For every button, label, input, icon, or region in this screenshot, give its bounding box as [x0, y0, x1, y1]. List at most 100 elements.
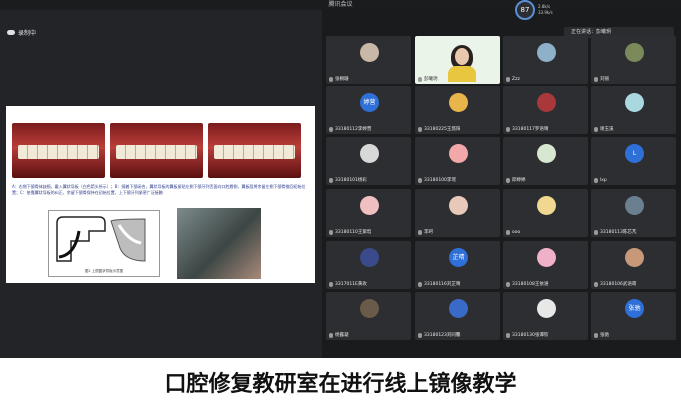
participant-name: 33180108王依涵: [512, 282, 549, 287]
participant-name-row: 33180113陈芯芃: [594, 229, 636, 235]
participant-tile[interactable]: Llxp: [591, 137, 676, 185]
participant-name-row: 33180108王依涵: [506, 281, 548, 287]
network-quality-indicator: 87: [515, 0, 535, 20]
avatar: [360, 248, 379, 267]
participant-tile[interactable]: 芷晴 33180116刘芷晴: [415, 241, 500, 289]
participant-tile[interactable]: 33180113陈芯芃: [591, 189, 676, 237]
guide-plate-diagram: 图2 上颌翼状导板示意图: [48, 210, 160, 277]
participant-name: 李珂: [424, 230, 433, 235]
avatar: [625, 196, 644, 215]
avatar: [449, 144, 468, 163]
participant-tile[interactable]: 33180130张谭钦: [503, 292, 588, 340]
participant-name-row: ooo: [506, 230, 520, 235]
mic-muted-icon: [594, 126, 598, 132]
participant-name: 谢玉溪: [600, 127, 614, 132]
participant-name-row: Zzz: [506, 77, 520, 82]
participant-tile[interactable]: 张驰 张驰: [591, 292, 676, 340]
network-status[interactable]: 87 2.8k/s 33.9k/s: [515, 0, 553, 20]
participant-name: 彭曦玥: [424, 77, 438, 82]
mic-muted-icon: [506, 281, 510, 287]
mic-muted-icon: [594, 76, 598, 82]
participant-tile[interactable]: 33180100李瑶: [415, 137, 500, 185]
participant-name: 33180106武语萌: [600, 282, 637, 287]
participant-tile[interactable]: 婷营 33180112李婷营: [326, 86, 411, 134]
mic-muted-icon: [506, 177, 510, 183]
participant-name-row: 33180123刘同馨: [418, 332, 460, 338]
participant-name-row: 谢玉溪: [594, 126, 614, 132]
participant-name-row: 张驰: [594, 332, 609, 338]
participant-tile[interactable]: 3317011E黄玫: [326, 241, 411, 289]
participant-tile[interactable]: 33180106武语萌: [591, 241, 676, 289]
recording-indicator[interactable]: 录制中: [7, 28, 36, 37]
window-title: 腾讯会议: [328, 1, 353, 8]
mic-muted-icon: [329, 126, 333, 132]
mic-muted-icon: [418, 177, 422, 183]
slide-caption: A：右侧下颌骨体缺损，戴入翼状导板（白色箭头所示）；B：随着下颌闭合，翼状导板的…: [12, 184, 306, 195]
participant-name-row: 33180117罗语晴: [506, 126, 548, 132]
title-bar: 腾讯会议: [0, 0, 681, 10]
avatar: [537, 248, 556, 267]
participant-tile[interactable]: 33180108王依涵: [503, 241, 588, 289]
mic-muted-icon: [594, 178, 598, 183]
participant-name: lxp: [600, 178, 607, 183]
avatar: [360, 43, 379, 62]
participant-name: 33180123刘同馨: [424, 333, 461, 338]
participant-name-row: 33180225王悠阳: [418, 126, 460, 132]
participant-tile[interactable]: 彭曦玥: [415, 36, 500, 84]
avatar: [625, 93, 644, 112]
network-speed: 2.8k/s 33.9k/s: [538, 4, 553, 16]
participant-name-row: 33180130张谭钦: [506, 332, 548, 338]
participant-tile[interactable]: 33180123刘同馨: [415, 292, 500, 340]
avatar: [537, 93, 556, 112]
participant-name: 33180113陈芯芃: [600, 230, 637, 235]
participant-name: 杨露凝: [335, 333, 349, 338]
avatar: L: [625, 144, 644, 163]
participant-name: 33180101杨彩: [335, 178, 367, 183]
participant-name: 33180116刘芷晴: [424, 282, 461, 287]
mic-muted-icon: [418, 281, 422, 287]
mic-muted-icon: [329, 332, 333, 338]
participant-tile[interactable]: 李珂: [415, 189, 500, 237]
mic-muted-icon: [594, 281, 598, 287]
participant-tile[interactable]: ooo: [503, 189, 588, 237]
participant-name: Zzz: [512, 77, 520, 82]
avatar: [625, 248, 644, 267]
avatar: [625, 43, 644, 62]
participant-name-row: lxp: [594, 178, 607, 183]
avatar: [360, 144, 379, 163]
mic-muted-icon: [594, 229, 598, 235]
cloud-icon: [7, 30, 15, 35]
mic-muted-icon: [506, 126, 510, 132]
participant-name-row: 张桐珊: [329, 76, 349, 82]
mic-muted-icon: [329, 229, 333, 235]
participant-tile[interactable]: 张桐珊: [326, 36, 411, 84]
participant-tile[interactable]: 杨露凝: [326, 292, 411, 340]
slide-photo-a: [12, 123, 105, 178]
participant-tile[interactable]: 33180110王紫晗: [326, 189, 411, 237]
avatar: [449, 196, 468, 215]
download-speed: 33.9k/s: [538, 10, 553, 15]
mic-muted-icon: [329, 76, 333, 82]
participant-tile[interactable]: Zzz: [503, 36, 588, 84]
slide-photo-b: [110, 123, 203, 178]
participant-name-row: 刘丽: [594, 76, 609, 82]
avatar: 芷晴: [449, 248, 468, 267]
participant-name: 张桐珊: [335, 77, 349, 82]
participant-tile[interactable]: 33180225王悠阳: [415, 86, 500, 134]
slide: A：右侧下颌骨体缺损，戴入翼状导板（白色箭头所示）；B：随着下颌闭合，翼状导板的…: [6, 106, 315, 283]
figure-caption: 图2 上颌翼状导板示意图: [84, 269, 124, 273]
participant-tile[interactable]: 谢玉溪: [591, 86, 676, 134]
video-feed-face: [455, 48, 469, 65]
participant-tile[interactable]: 刘丽: [591, 36, 676, 84]
mic-muted-icon: [418, 332, 422, 338]
participant-tile[interactable]: 33180101杨彩: [326, 137, 411, 185]
participant-name: ooo: [512, 230, 521, 235]
video-feed-body: [448, 66, 476, 82]
participant-tile[interactable]: 33180117罗语晴: [503, 86, 588, 134]
avatar: [360, 196, 379, 215]
shared-screen: 录制中 A：右侧下颌骨体缺损，戴入翼状导板（白色箭头所示）；B：随着下颌闭合，翼…: [0, 10, 322, 358]
participant-name: 张驰: [600, 333, 609, 338]
participant-name: 邱婷婷: [512, 178, 526, 183]
participant-tile[interactable]: 邱婷婷: [503, 137, 588, 185]
participant-name: 33180100李瑶: [424, 178, 456, 183]
